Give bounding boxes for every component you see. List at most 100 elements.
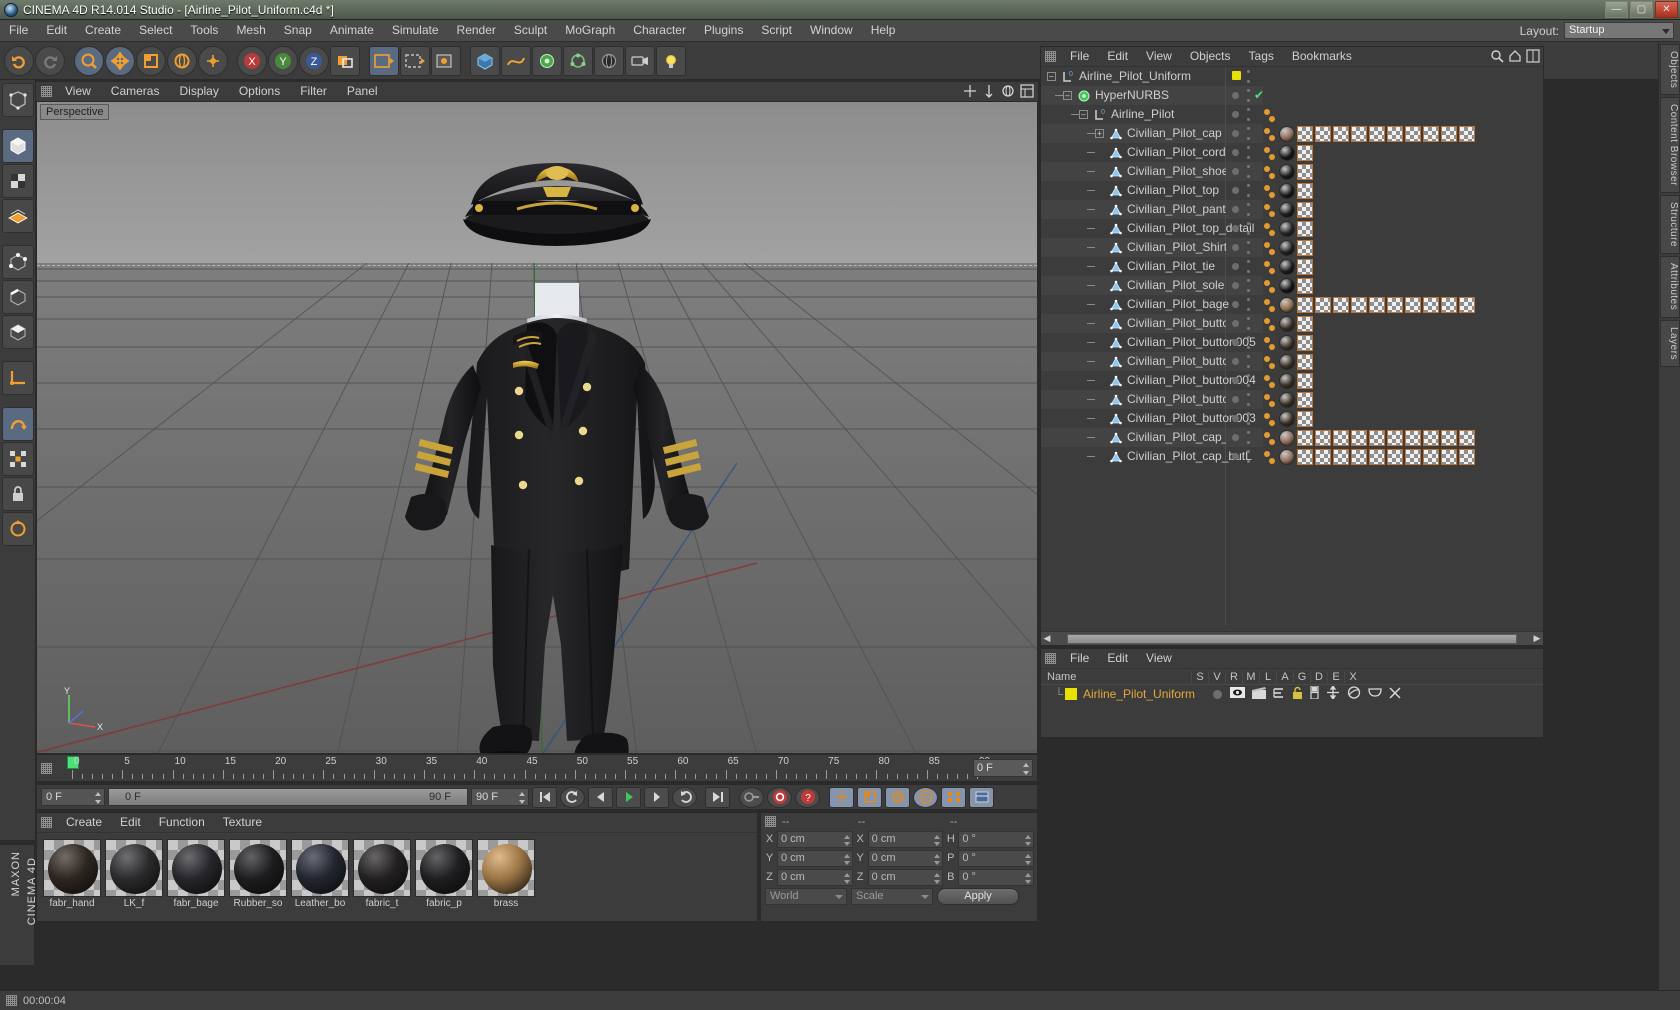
material-tag[interactable] [1279,296,1295,313]
close-button[interactable]: ✕ [1655,1,1678,18]
visibility-toggle-dots[interactable] [1247,279,1250,292]
object-tags[interactable] [1263,314,1313,333]
lock-axis-button[interactable] [2,477,34,511]
object-visibility-dots[interactable] [1226,295,1263,314]
texture-tag[interactable] [1333,429,1349,446]
visibility-toggle-dots[interactable] [1247,336,1250,349]
spinner-icon[interactable] [934,834,941,846]
visibility-dot[interactable] [1232,244,1239,251]
enabled-check-icon[interactable]: ✔ [1254,88,1264,102]
apply-button[interactable]: Apply [937,888,1019,905]
texture-tag[interactable] [1297,163,1313,180]
visibility-dot[interactable] [1232,320,1239,327]
object-visibility-dots[interactable] [1226,219,1263,238]
layout-dropdown[interactable]: Startup [1564,22,1674,39]
visibility-dot[interactable] [1232,434,1239,441]
redo-button[interactable] [35,45,65,76]
viewport-menu-cameras[interactable]: Cameras [101,82,170,101]
home-icon[interactable] [1508,49,1522,63]
undo-button[interactable] [4,45,34,76]
window-controls[interactable]: — ▢ ✕ [1605,1,1678,18]
layer-manager-icon[interactable] [1273,687,1285,702]
panel-layout-icon[interactable] [1526,49,1540,63]
object-name-column[interactable]: –0 Airline_Pilot_Uniform – HyperNURBS –0 Airl… [1041,67,1256,625]
texture-tag[interactable] [1297,258,1313,275]
rotate-axis-button[interactable] [2,512,34,546]
menu-edit[interactable]: Edit [37,20,76,41]
spinner-icon[interactable] [519,792,526,804]
render-view-button[interactable] [369,45,399,76]
visibility-toggle-dots[interactable] [1247,374,1250,387]
spinner-icon[interactable] [843,834,850,846]
timeline-ruler[interactable]: 051015202530354045505560657075808590 [56,755,990,781]
texture-tag[interactable] [1315,296,1331,313]
texture-tag[interactable] [1405,296,1421,313]
texture-tag[interactable] [1405,429,1421,446]
layer-lock-icon[interactable] [1292,686,1303,702]
add-spline-button[interactable] [501,45,531,76]
visibility-toggle-dots[interactable] [1247,108,1250,121]
texture-tag[interactable] [1297,125,1313,142]
object-expander-minus[interactable]: – [1047,72,1056,81]
material-swatch[interactable] [477,839,535,897]
dock-tab-attributes[interactable]: Attributes [1660,256,1680,318]
spinner-icon[interactable] [843,853,850,865]
menu-select[interactable]: Select [130,20,181,41]
texture-tag[interactable] [1297,372,1313,389]
object-row[interactable]: Civilian_Pilot_Shirt [1041,238,1227,257]
visibility-toggle-dots[interactable] [1247,298,1250,311]
material-menu-create[interactable]: Create [57,813,111,832]
object-tags[interactable] [1263,124,1475,143]
material-tag[interactable] [1279,372,1295,389]
object-tags[interactable] [1263,257,1313,276]
viewport-layout-icons[interactable] [963,84,1034,98]
texture-tag[interactable] [1297,239,1313,256]
play-forward-button[interactable] [616,786,641,808]
texture-tag[interactable] [1423,448,1439,465]
texture-tag[interactable] [1297,334,1313,351]
dock-tab-content-browser[interactable]: Content Browser [1660,97,1680,194]
object-manager-tool-icons[interactable] [1490,49,1540,63]
texture-tag[interactable] [1405,125,1421,142]
axis-mode-button[interactable] [2,361,34,395]
viewport-menu-filter[interactable]: Filter [290,82,337,101]
texture-tag[interactable] [1405,448,1421,465]
viewport-menu-display[interactable]: Display [169,82,228,101]
object-row[interactable]: Civilian_Pilot_button004 [1041,371,1256,390]
texture-tag[interactable] [1297,315,1313,332]
object-row[interactable]: Civilian_Pilot_top_detail [1041,219,1254,238]
menu-create[interactable]: Create [76,20,130,41]
object-row[interactable]: Civilian_Pilot_button003 [1041,409,1256,428]
add-cube-button[interactable] [470,45,500,76]
material-swatch[interactable] [43,839,101,897]
layer-expression-icon[interactable] [1368,687,1382,701]
material-swatch[interactable] [353,839,411,897]
layer-row[interactable]: └ Airline_Pilot_Uniform [1041,684,1543,703]
add-camera-button[interactable] [625,45,655,76]
object-visibility-dots[interactable] [1226,352,1263,371]
object-tags[interactable] [1263,333,1313,352]
visibility-toggle-dots[interactable] [1247,393,1250,406]
layer-solo-dot[interactable] [1213,689,1223,699]
visibility-toggle-dots[interactable] [1247,70,1250,83]
lock-z-axis-button[interactable]: Z [299,45,329,76]
coord-field-position[interactable]: 0 cm [777,868,853,886]
texture-tag[interactable] [1297,448,1313,465]
minimize-button[interactable]: — [1605,1,1628,18]
visibility-dot[interactable] [1232,187,1239,194]
spinner-icon[interactable] [1025,872,1032,884]
texture-tag[interactable] [1423,125,1439,142]
visibility-toggle-dots[interactable] [1247,89,1250,102]
layer-column-v[interactable]: V [1208,670,1225,683]
object-tags[interactable] [1263,409,1313,428]
menu-window[interactable]: Window [801,20,862,41]
object-row[interactable]: Civilian_Pilot_button001 [1041,352,1256,371]
object-visibility-dots[interactable] [1226,181,1263,200]
material-swatch[interactable] [167,839,225,897]
material-tag[interactable] [1279,315,1295,332]
texture-tag[interactable] [1297,201,1313,218]
coord-field-size[interactable]: 0 cm [867,830,944,848]
layer-color-swatch[interactable] [1232,71,1241,80]
material-cell[interactable]: Leather_bo [291,839,349,909]
object-tags[interactable] [1263,143,1313,162]
